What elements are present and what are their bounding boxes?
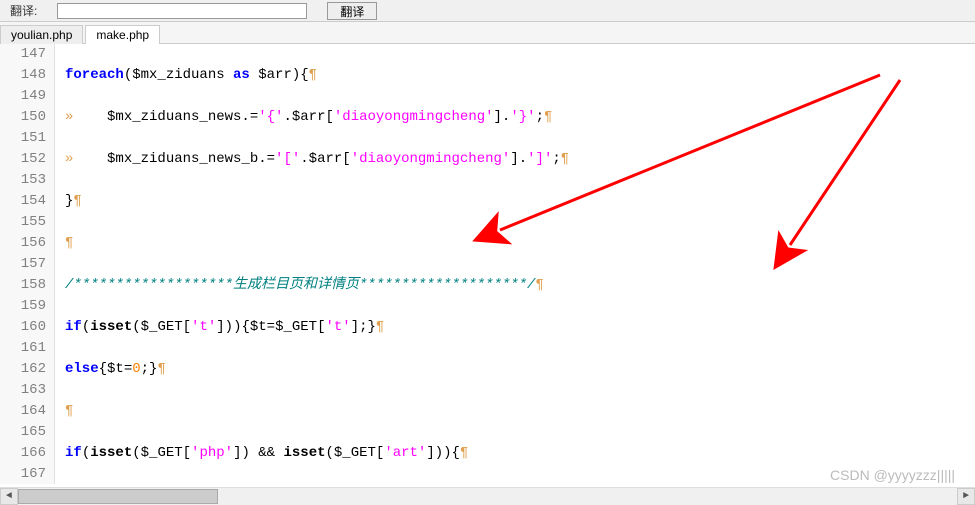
line-num: 156 — [0, 233, 46, 254]
line-num: 165 — [0, 422, 46, 443]
line-num: 148 — [0, 65, 46, 86]
toolbar: 翻译: 翻译 — [0, 0, 975, 22]
code-editor[interactable]: 147 148 149 150 151 152 153 154 155 156 … — [0, 44, 975, 484]
code-line: » $mx_ziduans_news_b.='['.$arr['diaoyong… — [65, 149, 975, 170]
line-num: 161 — [0, 338, 46, 359]
line-num: 151 — [0, 128, 46, 149]
code-line: ¶ — [65, 233, 975, 254]
horizontal-scrollbar[interactable]: ◄ ► — [0, 487, 975, 505]
scroll-left-icon[interactable]: ◄ — [0, 488, 18, 505]
line-gutter: 147 148 149 150 151 152 153 154 155 156 … — [0, 44, 55, 484]
code-line: ¶ — [65, 401, 975, 422]
scroll-track[interactable] — [18, 488, 957, 505]
scroll-thumb[interactable] — [18, 489, 218, 504]
line-num: 164 — [0, 401, 46, 422]
line-num: 149 — [0, 86, 46, 107]
line-num: 163 — [0, 380, 46, 401]
line-num: 157 — [0, 254, 46, 275]
line-num: 159 — [0, 296, 46, 317]
line-num: 160 — [0, 317, 46, 338]
translate-button[interactable]: 翻译 — [327, 2, 377, 20]
code-area[interactable]: foreach($mx_ziduans as $arr){¶ » $mx_zid… — [55, 44, 975, 484]
code-line: else{$t=0;}¶ — [65, 359, 975, 380]
line-num: 154 — [0, 191, 46, 212]
watermark: CSDN @yyyyzzz||||| — [830, 467, 955, 483]
line-num: 158 — [0, 275, 46, 296]
translate-input[interactable] — [57, 3, 307, 19]
translate-label: 翻译: — [10, 2, 37, 19]
code-line: if(isset($_GET['t'])){$t=$_GET['t'];}¶ — [65, 317, 975, 338]
code-line: if(isset($_GET['php']) && isset($_GET['a… — [65, 443, 975, 464]
tab-bar: youlian.php make.php — [0, 22, 975, 44]
code-line: foreach($mx_ziduans as $arr){¶ — [65, 65, 975, 86]
line-num: 162 — [0, 359, 46, 380]
scroll-right-icon[interactable]: ► — [957, 488, 975, 505]
line-num: 155 — [0, 212, 46, 233]
code-line: » $mx_ziduans_news.='{'.$arr['diaoyongmi… — [65, 107, 975, 128]
line-num: 167 — [0, 464, 46, 484]
tab-make[interactable]: make.php — [85, 25, 160, 44]
line-num: 147 — [0, 44, 46, 65]
line-num: 153 — [0, 170, 46, 191]
code-line: /*******************生成栏目页和详情页***********… — [65, 275, 975, 296]
line-num: 152 — [0, 149, 46, 170]
code-line: }¶ — [65, 191, 975, 212]
tab-youlian[interactable]: youlian.php — [0, 25, 83, 44]
line-num: 166 — [0, 443, 46, 464]
line-num: 150 — [0, 107, 46, 128]
